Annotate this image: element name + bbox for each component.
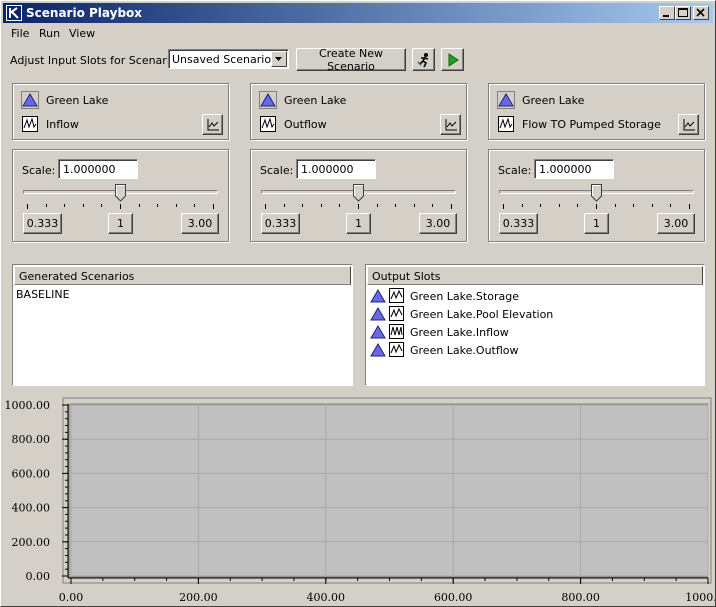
y-tick-label: 800.00 bbox=[12, 433, 51, 446]
scale-slider-thumb[interactable] bbox=[591, 184, 602, 205]
scenario-select[interactable]: Unsaved Scenario1 bbox=[168, 49, 289, 69]
slot-name: Flow TO Pumped Storage bbox=[522, 118, 661, 131]
play-icon bbox=[448, 52, 459, 67]
list-item[interactable]: BASELINE bbox=[16, 288, 70, 301]
scale-max-button[interactable]: 3.00 bbox=[657, 213, 695, 234]
scenario-playbox-window: Scenario Playbox File Run View Adjust In… bbox=[0, 0, 716, 607]
menu-run[interactable]: Run bbox=[39, 27, 60, 40]
maximize-button[interactable] bbox=[675, 6, 691, 20]
x-tick-label: 0.00 bbox=[59, 591, 84, 604]
scale-input[interactable] bbox=[58, 159, 138, 179]
generated-scenarios-list[interactable]: Generated Scenarios BASELINE bbox=[12, 264, 353, 386]
plot-icon bbox=[207, 118, 219, 130]
series-slot-icon[interactable] bbox=[259, 115, 277, 133]
output-slot-label: Green Lake.Inflow bbox=[410, 326, 509, 339]
object-triangle-icon bbox=[370, 289, 386, 303]
output-plot[interactable]: 0.00 200.00 400.00 600.00 800.00 1000.00 1000.… bbox=[1, 393, 715, 606]
x-tick-label: 200.00 bbox=[179, 591, 218, 604]
y-tick-label: 0.00 bbox=[26, 570, 51, 583]
scale-min-button[interactable]: 0.333 bbox=[261, 213, 300, 234]
input-slot-panel-3: Green Lake Flow TO Pumped Storage bbox=[488, 83, 705, 140]
scale-input[interactable] bbox=[534, 159, 614, 179]
x-tick-label: 600.00 bbox=[434, 591, 473, 604]
object-triangle-icon bbox=[370, 325, 386, 339]
output-slot-label: Green Lake.Outflow bbox=[410, 344, 519, 357]
scale-panel-3: Scale: 0.333 1 3.00 bbox=[488, 149, 705, 242]
object-name: Green Lake bbox=[522, 94, 585, 107]
y-tick-label: 600.00 bbox=[12, 467, 51, 480]
object-name: Green Lake bbox=[284, 94, 347, 107]
menu-file[interactable]: File bbox=[11, 27, 29, 40]
create-new-scenario-button[interactable]: Create New Scenario bbox=[296, 47, 406, 73]
scenario-select-value: Unsaved Scenario1 bbox=[172, 53, 279, 66]
object-triangle-icon[interactable] bbox=[497, 91, 515, 109]
output-slot-label: Green Lake.Storage bbox=[410, 290, 519, 303]
scale-min-button[interactable]: 0.333 bbox=[499, 213, 538, 234]
plot-icon bbox=[445, 118, 457, 130]
y-tick-label: 200.00 bbox=[12, 536, 51, 549]
scale-reset-button[interactable]: 1 bbox=[584, 213, 609, 234]
running-figure-icon bbox=[416, 52, 428, 67]
scale-min-button[interactable]: 0.333 bbox=[23, 213, 62, 234]
minimize-button[interactable] bbox=[659, 6, 675, 20]
series-slot-icon bbox=[389, 306, 404, 321]
series-slot-icon[interactable] bbox=[497, 115, 515, 133]
generated-scenarios-header[interactable]: Generated Scenarios bbox=[14, 266, 351, 285]
scale-panel-2: Scale: 0.333 1 3.00 bbox=[250, 149, 467, 242]
object-triangle-icon bbox=[370, 307, 386, 321]
menu-bar: File Run View bbox=[3, 24, 713, 42]
close-button[interactable] bbox=[693, 6, 709, 20]
menu-view[interactable]: View bbox=[69, 27, 95, 40]
input-slot-panel-2: Green Lake Outflow bbox=[250, 83, 467, 140]
scale-input[interactable] bbox=[296, 159, 376, 179]
adjust-input-label: Adjust Input Slots for Scenario: bbox=[10, 54, 181, 67]
output-slots-list[interactable]: Output Slots Green Lake.Storage Green La… bbox=[365, 264, 705, 386]
object-triangle-icon[interactable] bbox=[21, 91, 39, 109]
scale-label: Scale: bbox=[498, 164, 532, 177]
object-triangle-icon[interactable] bbox=[259, 91, 277, 109]
scale-max-button[interactable]: 3.00 bbox=[419, 213, 457, 234]
object-name: Green Lake bbox=[46, 94, 109, 107]
y-tick-label: 1000.00 bbox=[5, 399, 51, 412]
scale-reset-button[interactable]: 1 bbox=[108, 213, 133, 234]
output-slots-header[interactable]: Output Slots bbox=[367, 266, 703, 285]
agg-series-slot-icon bbox=[389, 324, 404, 339]
title-bar[interactable]: Scenario Playbox bbox=[3, 3, 713, 23]
slot-name: Inflow bbox=[46, 118, 79, 131]
x-tick-label: 1000.00 bbox=[685, 591, 715, 604]
scale-label: Scale: bbox=[260, 164, 294, 177]
plot-icon bbox=[683, 118, 695, 130]
object-triangle-icon bbox=[370, 343, 386, 357]
input-slot-panel-1: Green Lake Inflow bbox=[12, 83, 229, 140]
plot-slot-button[interactable] bbox=[202, 114, 223, 135]
series-slot-icon bbox=[389, 288, 404, 303]
scale-panel-1: Scale: 0.333 1 3.00 bbox=[12, 149, 229, 242]
series-slot-icon[interactable] bbox=[21, 115, 39, 133]
plot-slot-button[interactable] bbox=[678, 114, 699, 135]
chevron-down-icon[interactable] bbox=[271, 51, 287, 67]
scale-max-button[interactable]: 3.00 bbox=[181, 213, 219, 234]
series-slot-icon bbox=[389, 342, 404, 357]
x-tick-label: 800.00 bbox=[561, 591, 600, 604]
scale-slider-thumb[interactable] bbox=[353, 184, 364, 205]
slot-name: Outflow bbox=[284, 118, 327, 131]
y-tick-label: 400.00 bbox=[12, 502, 51, 515]
window-title: Scenario Playbox bbox=[26, 6, 143, 20]
output-slot-label: Green Lake.Pool Elevation bbox=[410, 308, 554, 321]
run-figure-button[interactable] bbox=[412, 48, 435, 71]
scale-slider-thumb[interactable] bbox=[115, 184, 126, 205]
scale-label: Scale: bbox=[22, 164, 56, 177]
plot-area bbox=[68, 403, 709, 578]
app-logo-icon bbox=[6, 5, 22, 21]
x-tick-label: 400.00 bbox=[307, 591, 346, 604]
plot-slot-button[interactable] bbox=[440, 114, 461, 135]
run-button[interactable] bbox=[441, 48, 464, 71]
scale-reset-button[interactable]: 1 bbox=[346, 213, 371, 234]
